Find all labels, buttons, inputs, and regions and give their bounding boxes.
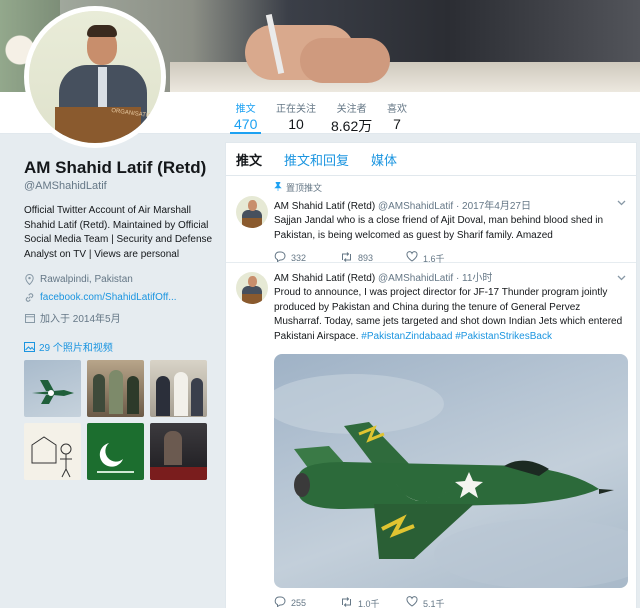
tweet-timestamp[interactable]: · 11小时 xyxy=(456,273,493,284)
hashtag-link[interactable]: #PakistanZindabaad xyxy=(361,331,452,342)
stat-tweets[interactable]: 推文 470 xyxy=(229,100,262,134)
chevron-down-icon[interactable] xyxy=(617,198,626,209)
profile-location-text: Rawalpindi, Pakistan xyxy=(40,274,133,285)
retweet-count: 1.0千 xyxy=(358,598,380,608)
profile-avatar[interactable]: ORGANISATION xyxy=(24,6,166,148)
pinned-indicator: 置顶推文 xyxy=(274,176,626,194)
heart-icon xyxy=(406,596,418,608)
tweet-text: Proud to announce, I was project directo… xyxy=(274,286,626,344)
media-thumbnails xyxy=(24,360,214,480)
profile-bio: Official Twitter Account of Air Marshall… xyxy=(24,205,213,260)
tweet-author-handle[interactable]: @AMShahidLatif xyxy=(378,201,453,212)
tweet-avatar[interactable] xyxy=(236,196,268,228)
stat-followers-label: 关注者 xyxy=(336,104,367,115)
profile-joined: 加入于 2014年5月 xyxy=(24,310,214,325)
avatar-tie xyxy=(98,67,107,107)
tab-tweets[interactable]: 推文 xyxy=(236,150,262,169)
profile-sidebar: AM Shahid Latif (Retd) @AMShahidLatif Of… xyxy=(24,158,214,480)
profile-location: Rawalpindi, Pakistan xyxy=(24,274,214,285)
tweet-author-name[interactable]: AM Shahid Latif (Retd) xyxy=(274,201,375,212)
banner-hand-2 xyxy=(300,38,390,83)
timeline: 推文 推文和回复 媒体 置顶推文 AM Shahid Latif (Retd) … xyxy=(225,142,637,608)
media-thumbnail-tv[interactable] xyxy=(150,423,207,480)
tweet-actions: 255 1.0千 5.1千 xyxy=(274,588,626,608)
retweet-count: 893 xyxy=(358,253,374,263)
stat-following-label: 正在关注 xyxy=(276,104,316,115)
reply-button[interactable]: 255 xyxy=(274,596,340,608)
media-thumbnail-jet[interactable] xyxy=(24,360,81,417)
stat-tweets-value: 470 xyxy=(234,116,258,132)
tweet-avatar-podium xyxy=(242,218,262,228)
pin-icon xyxy=(274,181,282,193)
like-button[interactable]: 5.1千 xyxy=(406,596,472,608)
retweet-button[interactable]: 1.0千 xyxy=(340,596,406,608)
stat-followers-value: 8.62万 xyxy=(331,118,373,134)
profile-website: facebook.com/ShahidLatifOff... xyxy=(24,292,214,303)
reply-count: 255 xyxy=(291,598,307,608)
photo-icon xyxy=(24,341,35,352)
tweet-avatar[interactable] xyxy=(236,272,268,304)
tweet-author-handle[interactable]: @AMShahidLatif xyxy=(378,273,453,284)
timeline-tabs: 推文 推文和回复 媒体 xyxy=(226,143,636,176)
retweet-icon xyxy=(340,596,353,608)
stat-following-value: 10 xyxy=(288,116,304,132)
media-thumbnail-group[interactable] xyxy=(87,360,144,417)
tab-tweets-and-replies[interactable]: 推文和回复 xyxy=(284,150,349,169)
avatar-hair xyxy=(87,25,117,37)
tweet-media-image[interactable] xyxy=(274,354,628,588)
banner-desk xyxy=(170,62,640,92)
photos-videos-link[interactable]: 29 个照片和视频 xyxy=(24,339,214,354)
media-thumbnail-meeting[interactable] xyxy=(150,360,207,417)
link-icon xyxy=(24,292,35,303)
stat-followers[interactable]: 关注者 8.62万 xyxy=(331,100,372,136)
like-count: 5.1千 xyxy=(423,598,445,608)
hashtag-link[interactable]: #PakistanStrikesBack xyxy=(455,331,552,342)
tweet-header: AM Shahid Latif (Retd) @AMShahidLatif · … xyxy=(274,197,626,212)
stat-likes-value: 7 xyxy=(393,116,401,132)
jf17-jet-illustration xyxy=(274,374,628,588)
media-thumbnail-flag-green[interactable] xyxy=(87,423,144,480)
tab-media[interactable]: 媒体 xyxy=(371,150,397,169)
tweet-text: Sajjan Jandal who is a close friend of A… xyxy=(274,215,604,241)
tweet-jf17[interactable]: AM Shahid Latif (Retd) @AMShahidLatif · … xyxy=(226,263,636,608)
tweet-avatar-head xyxy=(248,200,257,211)
pinned-label: 置顶推文 xyxy=(286,183,323,193)
tweet-avatar-podium xyxy=(242,294,262,304)
stat-likes-label: 喜欢 xyxy=(387,104,407,115)
profile-handle[interactable]: @AMShahidLatif xyxy=(24,180,214,192)
reply-count: 332 xyxy=(291,253,307,263)
profile-name[interactable]: AM Shahid Latif (Retd) xyxy=(24,158,214,178)
tweet-avatar-head xyxy=(248,276,257,287)
stat-following[interactable]: 正在关注 10 xyxy=(276,100,316,132)
reply-icon xyxy=(274,596,286,608)
calendar-icon xyxy=(24,312,35,323)
media-thumbnail-cartoon[interactable] xyxy=(24,423,81,480)
stat-likes[interactable]: 喜欢 7 xyxy=(387,100,407,132)
location-pin-icon xyxy=(24,274,35,285)
tweet-header: AM Shahid Latif (Retd) @AMShahidLatif · … xyxy=(274,269,626,284)
photos-videos-label[interactable]: 29 个照片和视频 xyxy=(39,339,113,354)
chevron-down-icon[interactable] xyxy=(617,273,626,284)
tweet-author-name[interactable]: AM Shahid Latif (Retd) xyxy=(274,273,375,284)
profile-website-link[interactable]: facebook.com/ShahidLatifOff... xyxy=(40,292,177,303)
tweet-pinned[interactable]: 置顶推文 AM Shahid Latif (Retd) @AMShahidLat… xyxy=(226,176,636,264)
stat-tweets-label: 推文 xyxy=(235,104,256,115)
tweet-timestamp[interactable]: · 2017年4月27日 xyxy=(456,201,531,212)
profile-joined-text: 加入于 2014年5月 xyxy=(40,314,121,325)
